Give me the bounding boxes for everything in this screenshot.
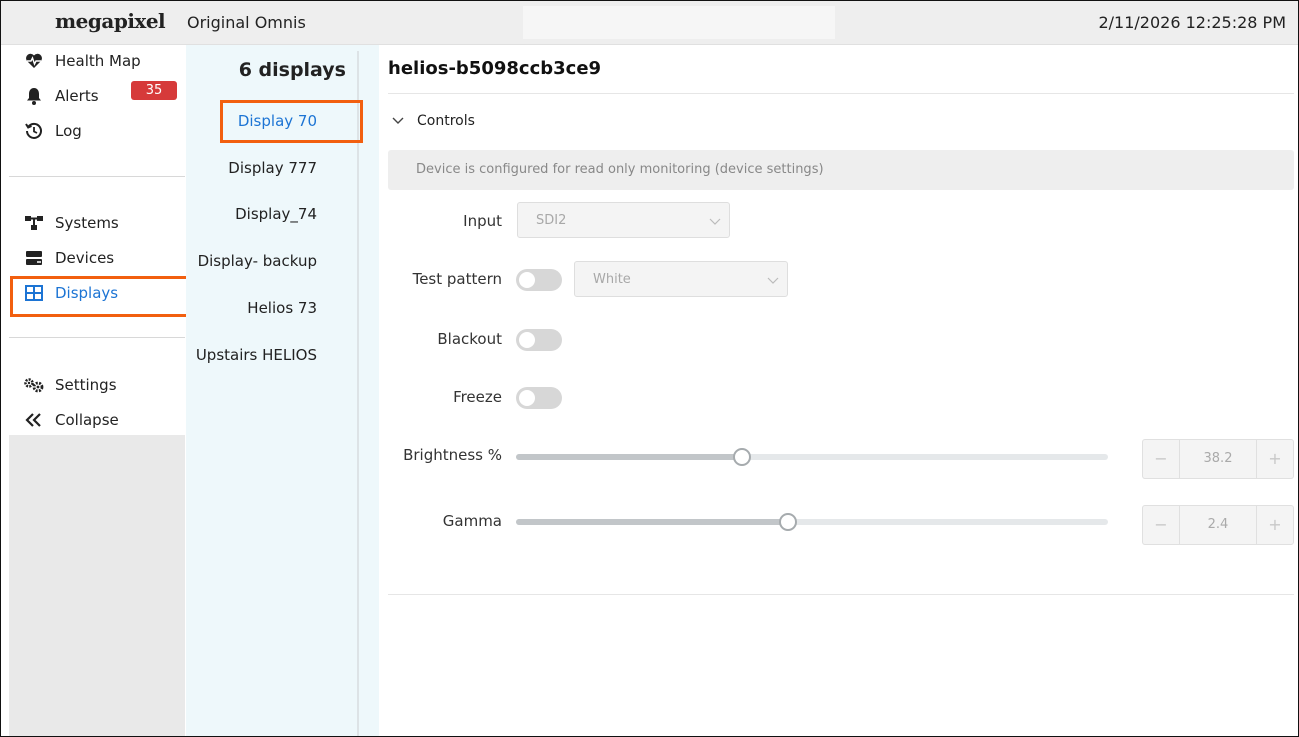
bell-icon <box>23 87 45 105</box>
sidebar-item-label: Health Map <box>55 52 141 70</box>
device-detail-panel: helios-b5098ccb3ce9 Controls Device is c… <box>379 45 1298 736</box>
readonly-notice-text: Device is configured for read only monit… <box>416 162 824 177</box>
history-icon <box>23 122 45 140</box>
gamma-slider[interactable] <box>516 512 1108 532</box>
chevron-down-icon <box>767 277 779 284</box>
sidebar-menu: Health Map Alerts 35 Log Systems Devices… <box>9 45 185 435</box>
sidebar: Health Map Alerts 35 Log Systems Devices… <box>9 45 190 736</box>
toggle-knob <box>519 272 535 288</box>
sidebar-item-label: Systems <box>55 214 119 232</box>
display-item-helios-73[interactable]: Helios 73 <box>247 299 317 317</box>
gears-icon <box>23 376 45 394</box>
sidebar-divider <box>9 176 185 177</box>
toggle-knob <box>519 390 535 406</box>
test-pattern-toggle[interactable] <box>516 269 562 291</box>
test-pattern-label: Test pattern <box>412 270 502 288</box>
sidebar-item-settings[interactable]: Settings <box>9 369 185 401</box>
input-select-value: SDI2 <box>536 213 567 228</box>
brightness-label: Brightness % <box>403 446 502 464</box>
network-icon <box>23 214 45 232</box>
brand-logo[interactable]: megapixel <box>55 9 166 33</box>
slider-fill <box>516 454 743 460</box>
display-count-title: 6 displays <box>238 59 346 81</box>
top-bar: megapixel Original Omnis 2/11/2026 12:25… <box>1 1 1298 45</box>
server-icon <box>23 249 45 267</box>
freeze-label: Freeze <box>453 388 502 406</box>
toggle-knob <box>519 332 535 348</box>
display-item-upstairs-helios[interactable]: Upstairs HELIOS <box>196 346 317 364</box>
brightness-slider[interactable] <box>516 447 1108 467</box>
datetime-display: 2/11/2026 12:25:28 PM <box>1098 13 1286 32</box>
alerts-count-badge: 35 <box>131 81 177 100</box>
sidebar-item-devices[interactable]: Devices <box>9 242 185 274</box>
gamma-stepper[interactable]: − 2.4 + <box>1142 505 1294 545</box>
app-window: megapixel Original Omnis 2/11/2026 12:25… <box>0 0 1299 737</box>
sidebar-item-systems[interactable]: Systems <box>9 207 185 239</box>
display-70-highlight-annotation <box>220 100 363 143</box>
title-divider <box>388 93 1294 94</box>
sidebar-item-collapse[interactable]: Collapse <box>9 404 185 436</box>
controls-section-label: Controls <box>417 113 475 129</box>
list-scrollbar[interactable] <box>357 51 359 736</box>
test-pattern-select[interactable]: White <box>574 261 788 297</box>
gamma-value[interactable]: 2.4 <box>1179 506 1257 544</box>
sidebar-item-label: Log <box>55 122 82 140</box>
chevron-down-icon <box>392 117 404 124</box>
slider-thumb[interactable] <box>733 448 752 466</box>
controls-bottom-divider <box>388 594 1294 595</box>
sidebar-item-label: Settings <box>55 376 117 394</box>
test-pattern-select-value: White <box>593 272 631 287</box>
freeze-toggle[interactable] <box>516 387 562 409</box>
sidebar-item-label: Collapse <box>55 411 119 429</box>
gamma-label: Gamma <box>442 512 502 530</box>
display-item-display-74[interactable]: Display_74 <box>235 205 317 223</box>
site-name: Original Omnis <box>187 13 306 32</box>
sidebar-divider <box>9 337 185 338</box>
blackout-label: Blackout <box>437 330 502 348</box>
brightness-stepper[interactable]: − 38.2 + <box>1142 439 1294 479</box>
chevron-down-icon <box>709 218 721 225</box>
decrement-button[interactable]: − <box>1143 506 1180 544</box>
sidebar-item-health-map[interactable]: Health Map <box>9 45 185 77</box>
header-center-area <box>523 6 835 39</box>
display-item-display-777[interactable]: Display 777 <box>228 159 317 177</box>
sidebar-item-alerts[interactable]: Alerts 35 <box>9 80 185 112</box>
slider-thumb[interactable] <box>779 513 798 531</box>
display-item-display-backup[interactable]: Display- backup <box>198 252 317 270</box>
controls-section-toggle[interactable]: Controls <box>391 113 475 129</box>
slider-fill <box>516 519 789 525</box>
display-list-panel: 6 displays Display 70 Display 777 Displa… <box>186 45 379 736</box>
device-title: helios-b5098ccb3ce9 <box>388 58 602 79</box>
displays-highlight-annotation <box>10 276 190 317</box>
readonly-notice: Device is configured for read only monit… <box>388 150 1294 190</box>
display-list: 6 displays Display 70 Display 777 Displa… <box>186 45 357 736</box>
sidebar-item-label: Devices <box>55 249 115 267</box>
sidebar-item-label: Alerts <box>55 87 99 105</box>
increment-button[interactable]: + <box>1256 440 1293 478</box>
sidebar-item-log[interactable]: Log <box>9 115 185 147</box>
heart-pulse-icon <box>23 52 45 70</box>
input-label: Input <box>463 212 502 230</box>
brightness-value[interactable]: 38.2 <box>1179 440 1257 478</box>
double-chevron-left-icon <box>23 411 45 429</box>
blackout-toggle[interactable] <box>516 329 562 351</box>
decrement-button[interactable]: − <box>1143 440 1180 478</box>
increment-button[interactable]: + <box>1256 506 1293 544</box>
input-select[interactable]: SDI2 <box>517 202 730 238</box>
